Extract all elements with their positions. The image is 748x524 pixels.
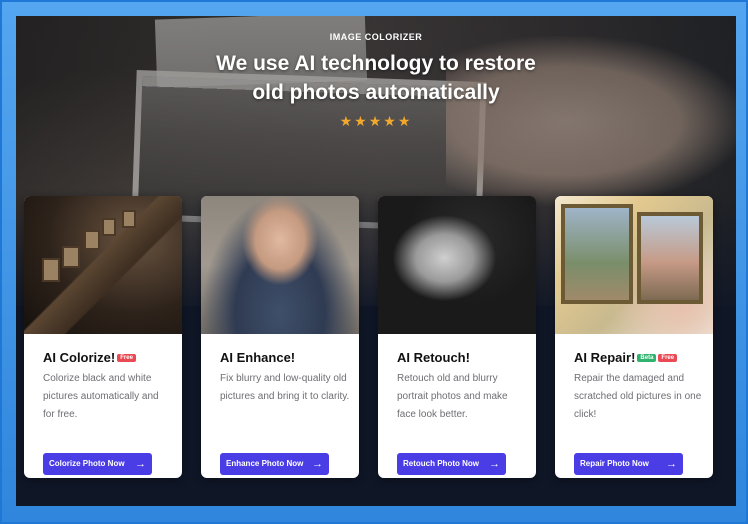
beta-badge: Beta: [637, 354, 657, 362]
card-title: AI Repair! Beta Free: [574, 350, 678, 365]
card-title: AI Colorize! Free: [43, 350, 136, 365]
star-icon: ★: [368, 113, 384, 129]
retouch-photo-button[interactable]: Retouch Photo Now →: [397, 453, 506, 475]
enhance-photo-button[interactable]: Enhance Photo Now →: [220, 453, 329, 475]
card-title-text: AI Colorize!: [43, 350, 116, 365]
wall-frame: [62, 246, 80, 268]
arrow-right-icon: →: [666, 458, 677, 470]
hero-headline: We use AI technology to restore old phot…: [16, 49, 736, 107]
card-title-text: AI Enhance!: [220, 350, 296, 365]
wall-frame: [84, 230, 100, 250]
colorize-card-image: [24, 196, 182, 334]
hero-headline-line2: old photos automatically: [252, 81, 500, 104]
card-description: Repair the damaged and scratched old pic…: [574, 373, 702, 420]
free-badge: Free: [658, 354, 678, 362]
arrow-right-icon: →: [489, 458, 500, 470]
colorize-photo-button[interactable]: Colorize Photo Now →: [43, 453, 152, 475]
wall-frame: [42, 258, 60, 282]
card-title-text: AI Retouch!: [397, 350, 470, 365]
wall-frame: [122, 210, 136, 228]
photo-frame-right: [637, 212, 703, 304]
button-label: Retouch Photo Now: [403, 459, 479, 468]
arrow-right-icon: →: [135, 458, 146, 470]
card-title: AI Enhance!: [220, 350, 295, 365]
star-icon: ★: [354, 113, 369, 129]
page-viewport: IMAGE COLORIZER We use AI technology to …: [16, 16, 736, 506]
repair-photo-button[interactable]: Repair Photo Now →: [574, 453, 683, 475]
button-label: Enhance Photo Now: [226, 459, 304, 468]
window-frame: IMAGE COLORIZER We use AI technology to …: [0, 0, 748, 524]
free-badge: Free: [117, 354, 136, 362]
card-repair: AI Repair! Beta Free Repair the damaged an…: [555, 196, 713, 478]
card-colorize: AI Colorize! Free Colorize black and whit…: [24, 196, 182, 478]
wall-frame: [102, 218, 116, 236]
repair-card-image: [555, 196, 713, 334]
button-label: Colorize Photo Now: [49, 459, 125, 468]
card-enhance: AI Enhance! Fix blurry and low-quality o…: [201, 196, 359, 478]
arrow-right-icon: →: [312, 458, 323, 470]
card-description: Retouch old and blurry portrait photos a…: [397, 373, 508, 420]
star-icon: ★: [339, 113, 355, 129]
button-label: Repair Photo Now: [580, 459, 649, 468]
star-icon: ★: [383, 113, 398, 129]
star-icon: ★: [397, 113, 413, 129]
card-description: Colorize black and white pictures automa…: [43, 373, 159, 420]
photo-frame-left: [561, 204, 633, 304]
rating-stars: ★★★★★: [16, 113, 736, 130]
card-description: Fix blurry and low-quality old pictures …: [220, 373, 350, 402]
hero-headline-line1: We use AI technology to restore: [216, 52, 536, 75]
enhance-card-image: [201, 196, 359, 334]
card-retouch: AI Retouch! Retouch old and blurry portr…: [378, 196, 536, 478]
retouch-card-image: [378, 196, 536, 334]
hero-eyebrow: IMAGE COLORIZER: [329, 32, 423, 42]
card-title: AI Retouch!: [397, 350, 470, 365]
card-title-text: AI Repair!: [574, 350, 636, 365]
